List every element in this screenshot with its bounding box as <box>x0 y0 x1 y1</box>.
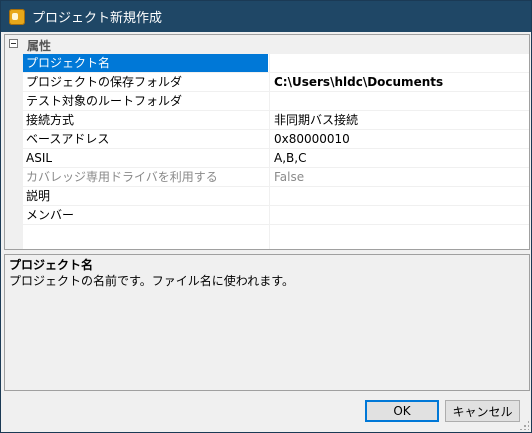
category-row[interactable]: 属性 <box>5 35 529 54</box>
app-icon <box>9 8 25 25</box>
ok-button[interactable]: OK <box>365 400 439 422</box>
property-value-field: False <box>269 168 529 186</box>
property-row-connection[interactable]: 接続方式 非同期バス接続 <box>23 111 529 130</box>
cancel-button[interactable]: キャンセル <box>445 400 520 422</box>
property-name: プロジェクト名 <box>23 54 268 72</box>
dialog-window: プロジェクト新規作成 属性 プロジェクト名 プロジェクトの保存フォルダ C:\U… <box>0 0 532 433</box>
property-name: 接続方式 <box>26 113 75 127</box>
property-row-coverage-driver: カバレッジ専用ドライバを利用する False <box>23 168 529 187</box>
description-pane: プロジェクト名 プロジェクトの名前です。ファイル名に使われます。 <box>4 254 530 391</box>
property-row-project-name[interactable]: プロジェクト名 <box>23 54 529 73</box>
window-title: プロジェクト新規作成 <box>32 11 163 26</box>
property-value-field[interactable] <box>269 206 529 224</box>
column-divider <box>269 225 270 249</box>
property-name: プロジェクトの保存フォルダ <box>26 75 183 89</box>
property-row-asil[interactable]: ASIL A,B,C <box>23 149 529 168</box>
property-name: メンバー <box>26 208 75 222</box>
description-text: プロジェクトの名前です。ファイル名に使われます。 <box>9 274 295 288</box>
property-value-field[interactable]: 0x80000010 <box>269 130 529 148</box>
resize-grip-icon[interactable] <box>519 420 529 430</box>
description-title: プロジェクト名 <box>9 258 94 272</box>
property-value-field[interactable]: C:\Users\hldc\Documents <box>269 73 529 91</box>
property-value-field[interactable] <box>269 54 529 72</box>
property-row-root-folder[interactable]: テスト対象のルートフォルダ <box>23 92 529 111</box>
property-row-members[interactable]: メンバー <box>23 206 529 225</box>
property-name: 説明 <box>26 189 51 203</box>
property-name: テスト対象のルートフォルダ <box>26 94 183 108</box>
property-name: ベースアドレス <box>26 132 110 146</box>
property-grid[interactable]: 属性 プロジェクト名 プロジェクトの保存フォルダ C:\Users\hldc\D… <box>4 34 530 250</box>
grid-margin <box>5 35 23 249</box>
property-name: ASIL <box>26 151 53 165</box>
property-value-field[interactable]: A,B,C <box>269 149 529 167</box>
property-row-description[interactable]: 説明 <box>23 187 529 206</box>
property-row-save-folder[interactable]: プロジェクトの保存フォルダ C:\Users\hldc\Documents <box>23 73 529 92</box>
collapse-icon[interactable] <box>9 39 18 48</box>
category-label: 属性 <box>27 39 52 53</box>
property-value-field[interactable]: 非同期バス接続 <box>269 111 529 129</box>
title-bar[interactable]: プロジェクト新規作成 <box>1 1 531 32</box>
property-name: カバレッジ専用ドライバを利用する <box>26 170 218 184</box>
property-value-field[interactable] <box>269 92 529 110</box>
property-value-field[interactable] <box>269 187 529 205</box>
property-row-base-address[interactable]: ベースアドレス 0x80000010 <box>23 130 529 149</box>
